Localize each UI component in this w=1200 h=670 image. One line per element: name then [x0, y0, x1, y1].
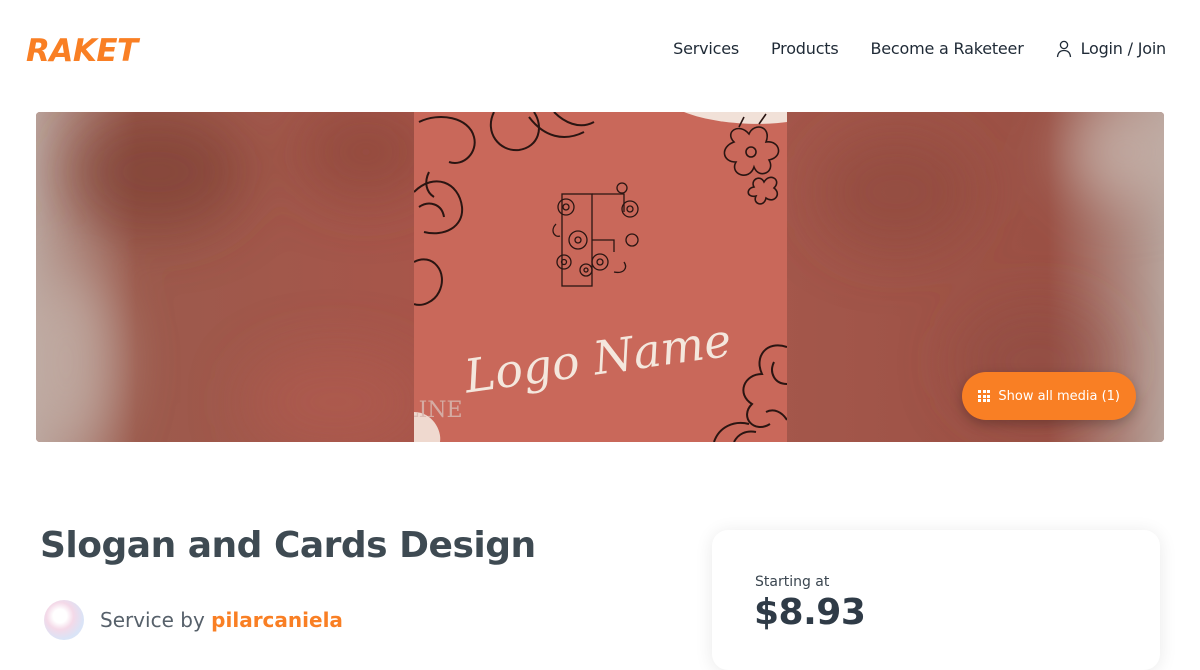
nav-products[interactable]: Products	[771, 38, 839, 60]
service-by-line: Service by pilarcaniela	[100, 608, 343, 632]
starting-price: $8.93	[754, 592, 866, 633]
login-join-link[interactable]: Login / Join	[1056, 38, 1166, 60]
show-all-media-button[interactable]: Show all media (1)	[962, 372, 1136, 420]
grid-icon	[978, 390, 991, 402]
nav-become-raketeer[interactable]: Become a Raketeer	[871, 38, 1024, 60]
login-join-label: Login / Join	[1080, 39, 1167, 58]
seller-info: Service by pilarcaniela	[44, 600, 343, 640]
logo-text: RAKET	[26, 33, 141, 65]
hero-gallery[interactable]: Logo Name LINE Show all media (1)	[36, 112, 1164, 442]
logo-card-artwork: Logo Name LINE	[414, 112, 787, 442]
nav-services[interactable]: Services	[673, 38, 739, 60]
service-by-prefix: Service by	[100, 608, 205, 632]
service-title: Slogan and Cards Design	[40, 525, 536, 566]
seller-avatar[interactable]	[44, 600, 84, 640]
raket-logo-mark: RAKET	[26, 33, 142, 69]
starting-at-label: Starting at	[755, 574, 830, 590]
user-icon	[1056, 40, 1071, 58]
show-all-media-label: Show all media (1)	[998, 388, 1120, 404]
seller-link[interactable]: pilarcaniela	[211, 608, 343, 632]
watermark-text: LINE	[414, 398, 463, 423]
pricing-card: Starting at $8.93	[712, 530, 1160, 670]
hero-main-image[interactable]: Logo Name LINE	[414, 112, 787, 442]
raket-logo[interactable]: RAKET	[24, 33, 158, 69]
main-nav: Services Products Become a Raketeer Logi…	[673, 38, 1166, 60]
